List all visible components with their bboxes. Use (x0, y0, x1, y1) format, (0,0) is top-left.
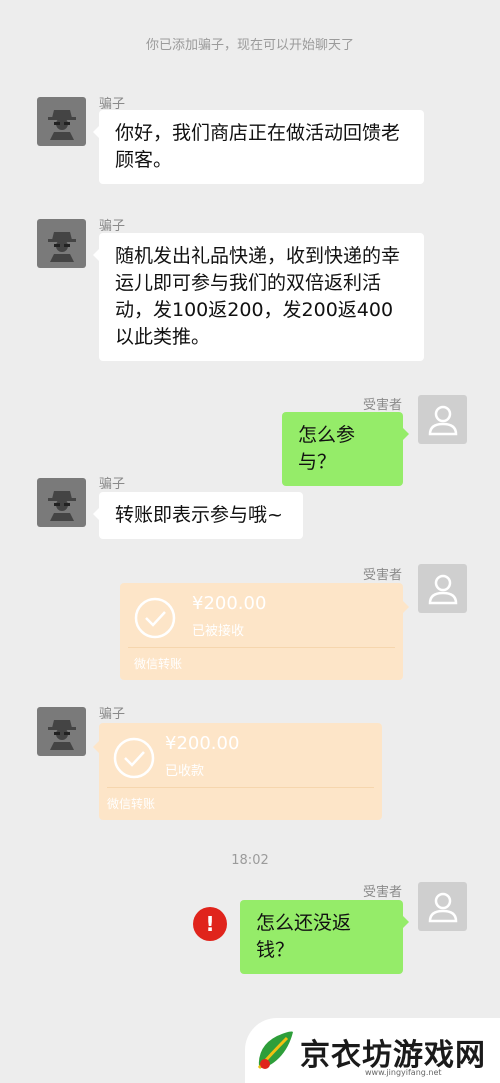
spy-icon (47, 231, 76, 262)
sender-name: 受害者 (363, 885, 403, 900)
transfer-footer: 微信转账 (134, 657, 183, 671)
message-bubble[interactable]: 随机发出礼品快递，收到快递的幸运儿即可参与我们的双倍返利活动，发100返200，… (93, 233, 424, 361)
message-bubble[interactable]: 你好，我们商店正在做活动回馈老顾客。 (93, 110, 424, 184)
check-icon (134, 597, 176, 639)
sender-name: 骗子 (99, 477, 126, 492)
send-failed-icon[interactable]: ! (193, 907, 227, 941)
victim-avatar[interactable] (418, 564, 467, 613)
sender-name: 受害者 (363, 568, 403, 583)
sender-name: 受害者 (363, 398, 403, 413)
scammer-avatar[interactable] (37, 478, 86, 527)
sender-name: 骗子 (99, 707, 126, 722)
divider (128, 647, 395, 648)
system-note: 你已添加骗子，现在可以开始聊天了 (145, 38, 354, 53)
transfer-card[interactable]: ¥200.00 已收款 微信转账 (93, 723, 382, 820)
scammer-avatar[interactable] (37, 707, 86, 756)
spy-icon (47, 490, 76, 521)
user-icon (428, 405, 457, 435)
leaf-logo-icon (257, 1031, 293, 1069)
transfer-status: 已被接收 (192, 624, 245, 639)
spy-icon (47, 719, 76, 750)
victim-avatar[interactable] (418, 882, 467, 931)
transfer-amount: ¥200.00 (165, 733, 240, 754)
sender-name: 骗子 (99, 219, 126, 234)
transfer-footer: 微信转账 (107, 797, 156, 811)
message-bubble[interactable]: 转账即表示参与哦~ (93, 492, 303, 539)
watermark-url: www.jingyifang.net (365, 1068, 442, 1077)
divider (107, 787, 374, 788)
message-bubble[interactable]: 怎么还没返钱？ (240, 900, 409, 974)
user-icon (428, 892, 457, 922)
scammer-avatar[interactable] (37, 97, 86, 146)
scammer-avatar[interactable] (37, 219, 86, 268)
check-icon (113, 737, 155, 779)
victim-avatar[interactable] (418, 395, 467, 444)
spy-icon (47, 109, 76, 140)
watermark: 京衣坊游戏网 www.jingyifang.net (245, 1018, 500, 1083)
timestamp: 18:02 (231, 853, 269, 868)
user-icon (428, 574, 457, 604)
transfer-status: 已收款 (165, 764, 205, 779)
transfer-amount: ¥200.00 (192, 593, 267, 614)
message-bubble[interactable]: 怎么参与？ (282, 412, 409, 486)
transfer-card[interactable]: ¥200.00 已被接收 微信转账 (120, 583, 409, 680)
